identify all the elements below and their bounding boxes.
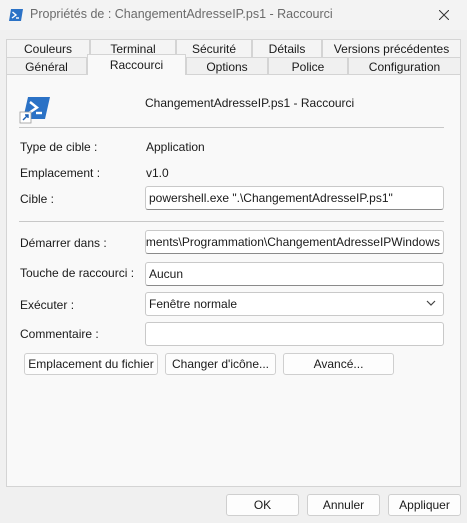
powershell-shortcut-icon <box>19 97 50 124</box>
target-input[interactable]: powershell.exe ".\ChangementAdresseIP.ps… <box>145 186 444 210</box>
window-title: Propriétés de : ChangementAdresseIP.ps1 … <box>30 7 333 21</box>
start-in-input[interactable]: C:\Users\Documents\Programmation\Changem… <box>145 230 444 254</box>
apply-button[interactable]: Appliquer <box>388 494 461 516</box>
shortcut-key-label: Touche de raccourci : <box>20 266 135 280</box>
tab-general[interactable]: Général <box>6 57 87 75</box>
tab-configuration[interactable]: Configuration <box>348 57 461 75</box>
run-select-value: Fenêtre normale <box>149 297 238 311</box>
run-label: Exécuter : <box>20 298 75 312</box>
run-select[interactable]: Fenêtre normale <box>145 292 444 316</box>
comment-label: Commentaire : <box>20 327 99 341</box>
shortcut-name: ChangementAdresseIP.ps1 - Raccourci <box>145 96 355 110</box>
tab-police[interactable]: Police <box>268 57 348 75</box>
tab-versions-precedentes[interactable]: Versions précédentes <box>322 39 461 57</box>
tab-couleurs[interactable]: Couleurs <box>6 39 90 57</box>
powershell-icon <box>9 9 23 21</box>
target-input-value: powershell.exe ".\ChangementAdresseIP.ps… <box>149 191 393 205</box>
target-label: Cible : <box>20 192 55 206</box>
tab-options[interactable]: Options <box>186 57 268 75</box>
close-icon <box>439 10 449 20</box>
tab-securite[interactable]: Sécurité <box>176 39 252 57</box>
start-in-input-value: C:\Users\Documents\Programmation\Changem… <box>145 235 440 249</box>
shortcut-key-input-value: Aucun <box>149 267 184 281</box>
change-icon-button[interactable]: Changer d'icône... <box>165 353 276 375</box>
tab-details[interactable]: Détails <box>252 39 322 57</box>
location-label: Emplacement : <box>20 166 101 180</box>
target-type-label: Type de cible : <box>20 140 98 154</box>
advanced-button[interactable]: Avancé... <box>283 353 394 375</box>
separator <box>19 221 444 222</box>
tab-raccourci[interactable]: Raccourci <box>87 54 186 75</box>
close-button[interactable] <box>421 0 467 30</box>
location-value: v1.0 <box>146 166 169 180</box>
chevron-down-icon <box>426 300 436 306</box>
comment-input[interactable] <box>145 322 444 346</box>
shortcut-key-input[interactable]: Aucun <box>145 262 444 286</box>
target-type-value: Application <box>146 140 205 154</box>
cancel-button[interactable]: Annuler <box>307 494 380 516</box>
ok-button[interactable]: OK <box>226 494 299 516</box>
start-in-label: Démarrer dans : <box>20 236 107 250</box>
separator <box>19 127 444 128</box>
title-bar: Propriétés de : ChangementAdresseIP.ps1 … <box>0 0 467 30</box>
open-file-location-button[interactable]: Emplacement du fichier <box>24 353 158 375</box>
